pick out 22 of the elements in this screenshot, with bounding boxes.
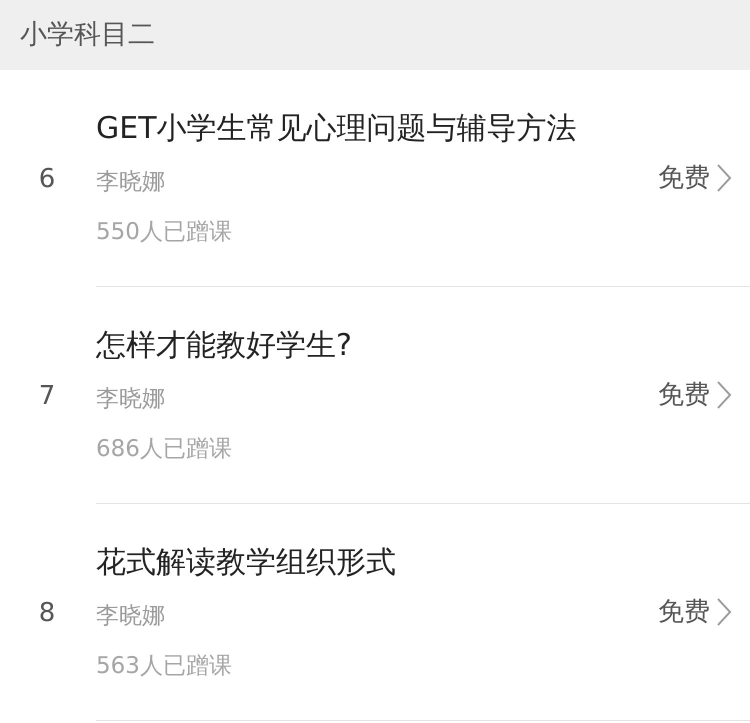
course-number: 7 bbox=[38, 380, 56, 410]
teacher-name: 李晓娜 bbox=[96, 385, 165, 414]
teacher-name: 李晓娜 bbox=[96, 168, 165, 197]
course-item[interactable]: GET小学生常见心理问题与辅导方法 李晓娜 550人已蹭课 免费 bbox=[96, 70, 750, 287]
course-number: 8 bbox=[38, 598, 56, 628]
price-label: 免费 bbox=[658, 379, 710, 411]
chevron-right-icon bbox=[716, 598, 732, 626]
price-label: 免费 bbox=[658, 596, 710, 628]
chevron-right-icon bbox=[716, 381, 732, 409]
teacher-name: 李晓娜 bbox=[96, 602, 165, 631]
enrollment-count: 563人已蹭课 bbox=[96, 652, 232, 681]
course-item[interactable]: 怎样才能教好学生? 李晓娜 686人已蹭课 免费 bbox=[96, 287, 750, 504]
course-number: 6 bbox=[38, 164, 56, 194]
enrollment-count: 550人已蹭课 bbox=[96, 218, 232, 247]
course-title: GET小学生常见心理问题与辅导方法 bbox=[96, 111, 577, 147]
enrollment-count: 686人已蹭课 bbox=[96, 435, 232, 464]
section-title: 小学科目二 bbox=[20, 18, 155, 52]
chevron-right-icon bbox=[716, 164, 732, 192]
course-title: 怎样才能教好学生? bbox=[96, 328, 352, 364]
course-item[interactable]: 花式解读教学组织形式 李晓娜 563人已蹭课 免费 bbox=[96, 504, 750, 721]
price-label: 免费 bbox=[658, 162, 710, 194]
course-title: 花式解读教学组织形式 bbox=[96, 545, 396, 581]
